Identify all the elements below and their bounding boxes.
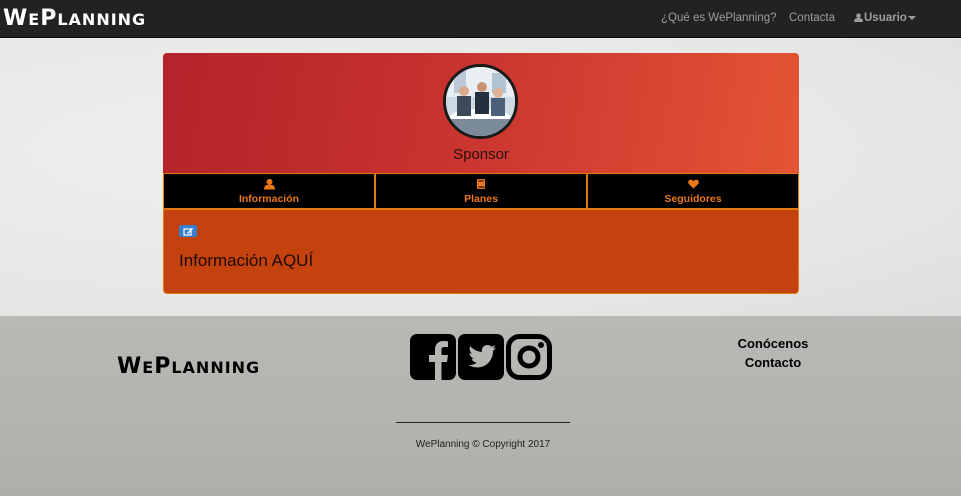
info-panel: Información AQUÍ (163, 209, 799, 294)
sponsor-name: Sponsor (453, 146, 509, 163)
tab-informacion[interactable]: Información (163, 173, 375, 209)
tab-informacion-label: Información (238, 193, 300, 205)
chevron-down-icon (907, 15, 916, 20)
nav-link-que-es[interactable]: ¿Qué es WePlanning? (661, 12, 777, 24)
twitter-icon[interactable] (458, 334, 504, 380)
nav-link-contacta[interactable]: Contacta (789, 12, 835, 24)
footer-brand-logo: WEPLANNING (117, 354, 260, 379)
edit-icon (183, 228, 193, 236)
footer-link-contacto[interactable]: Contacto (700, 353, 846, 372)
tab-planes-label: Planes (464, 193, 498, 205)
sponsor-avatar (443, 64, 518, 139)
book-icon (477, 179, 485, 189)
info-text: Información AQUÍ (179, 251, 314, 270)
copyright-text: WePlanning © Copyright 2017 (415, 439, 551, 450)
brand-letter-w: W (117, 354, 143, 379)
user-dropdown-label: Usuario (864, 12, 907, 24)
navbar-links: ¿Qué es WePlanning? Contacta Usuario (0, 12, 961, 28)
tab-seguidores[interactable]: Seguidores (587, 173, 799, 209)
top-navbar: WEPLANNING ¿Qué es WePlanning? Contacta … (0, 0, 961, 38)
tab-seguidores-label: Seguidores (664, 193, 722, 205)
tab-planes[interactable]: Planes (375, 173, 587, 209)
heart-icon (687, 179, 699, 189)
footer-divider (396, 422, 570, 423)
edit-button[interactable] (179, 225, 197, 237)
brand-letter-p: P (154, 354, 172, 379)
brand-letters-rest: LANNING (171, 358, 261, 377)
user-dropdown[interactable]: Usuario (854, 12, 916, 24)
footer-links: Conócenos Contacto (700, 334, 846, 372)
avatar-photo (446, 67, 515, 136)
facebook-icon[interactable] (410, 334, 456, 380)
footer-link-conocenos[interactable]: Conócenos (700, 334, 846, 353)
profile-tabs: Información Planes Seguidores (163, 173, 799, 209)
brand-letter-e: E (142, 358, 155, 377)
user-icon (263, 178, 275, 190)
instagram-icon[interactable] (506, 334, 552, 380)
user-icon (854, 13, 863, 22)
